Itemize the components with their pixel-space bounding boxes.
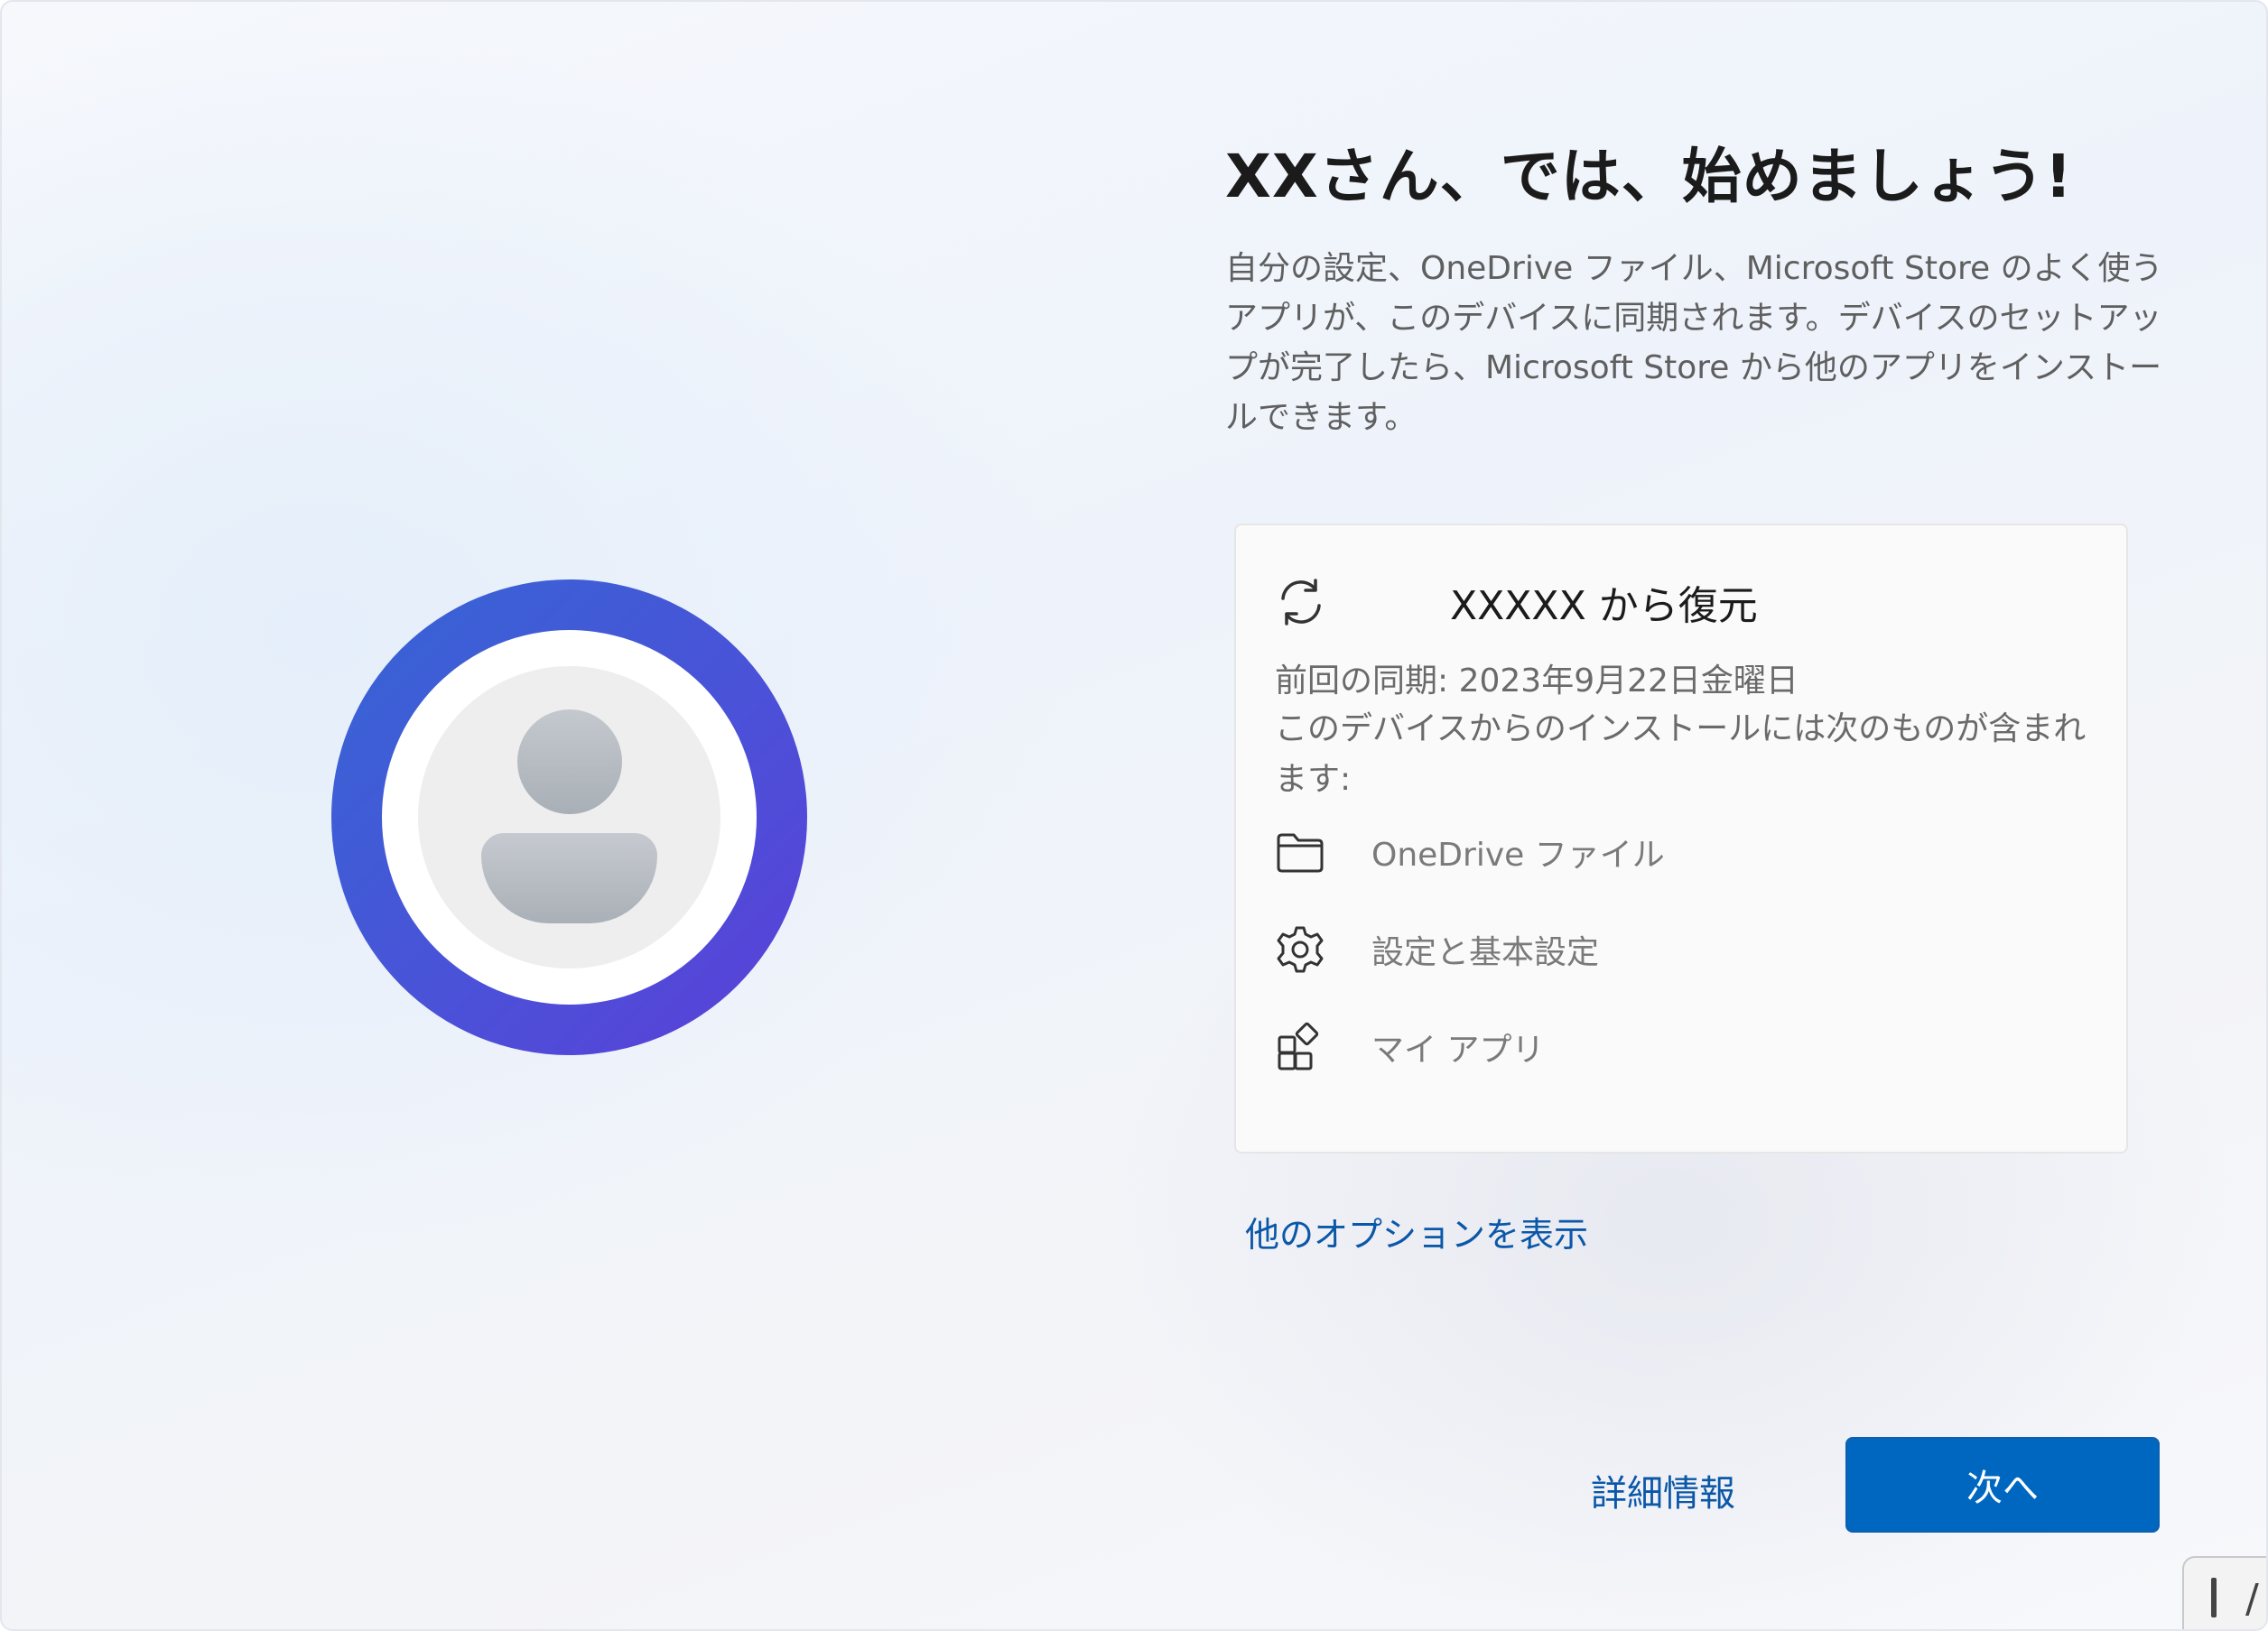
avatar-head	[517, 709, 622, 814]
ime-indicator[interactable]: /	[2182, 1556, 2266, 1629]
details-link[interactable]: 詳細情報	[1591, 1464, 1735, 1516]
restore-card: XXXXX から復元 前回の同期: 2023年9月22日金曜日 このデバイスから…	[1234, 524, 2128, 1154]
restore-card-header: XXXXX から復元	[1274, 575, 1758, 629]
restore-item-settings: 設定と基本設定	[1274, 922, 1599, 977]
restore-item-apps: マイ アプリ	[1274, 1020, 1544, 1074]
more-options-link[interactable]: 他のオプションを表示	[1245, 1207, 1588, 1256]
user-avatar	[331, 579, 807, 1055]
restore-source-title: XXXXX から復元	[1450, 583, 1758, 629]
user-avatar-icon	[418, 666, 720, 968]
ime-mode-icon: /	[2245, 1576, 2259, 1622]
restore-item-onedrive: OneDrive ファイル	[1274, 825, 1665, 879]
page-description: 自分の設定、OneDrive ファイル、Microsoft Store のよく使…	[1225, 250, 2163, 436]
next-button[interactable]: 次へ	[1845, 1437, 2160, 1533]
restore-item-label: 設定と基本設定	[1371, 934, 1600, 971]
avatar-body	[481, 833, 657, 923]
includes-description: このデバイスからのインストールには次のものが含まれます:	[1275, 710, 2087, 798]
restore-item-label: マイ アプリ	[1371, 1032, 1545, 1069]
setup-window: XXさん、では、始めましょう! 自分の設定、OneDrive ファイル、Micr…	[0, 0, 2268, 1631]
page-title: XXさん、では、始めましょう!	[1225, 142, 2073, 211]
ime-bar-icon	[2211, 1578, 2217, 1617]
last-sync-date: 前回の同期: 2023年9月22日金曜日	[1275, 663, 1799, 700]
folder-icon	[1277, 833, 1324, 873]
apps-icon	[1278, 1022, 1319, 1070]
gear-icon	[1277, 926, 1324, 973]
restore-item-label: OneDrive ファイル	[1371, 837, 1665, 874]
sync-icon	[1281, 579, 1321, 626]
